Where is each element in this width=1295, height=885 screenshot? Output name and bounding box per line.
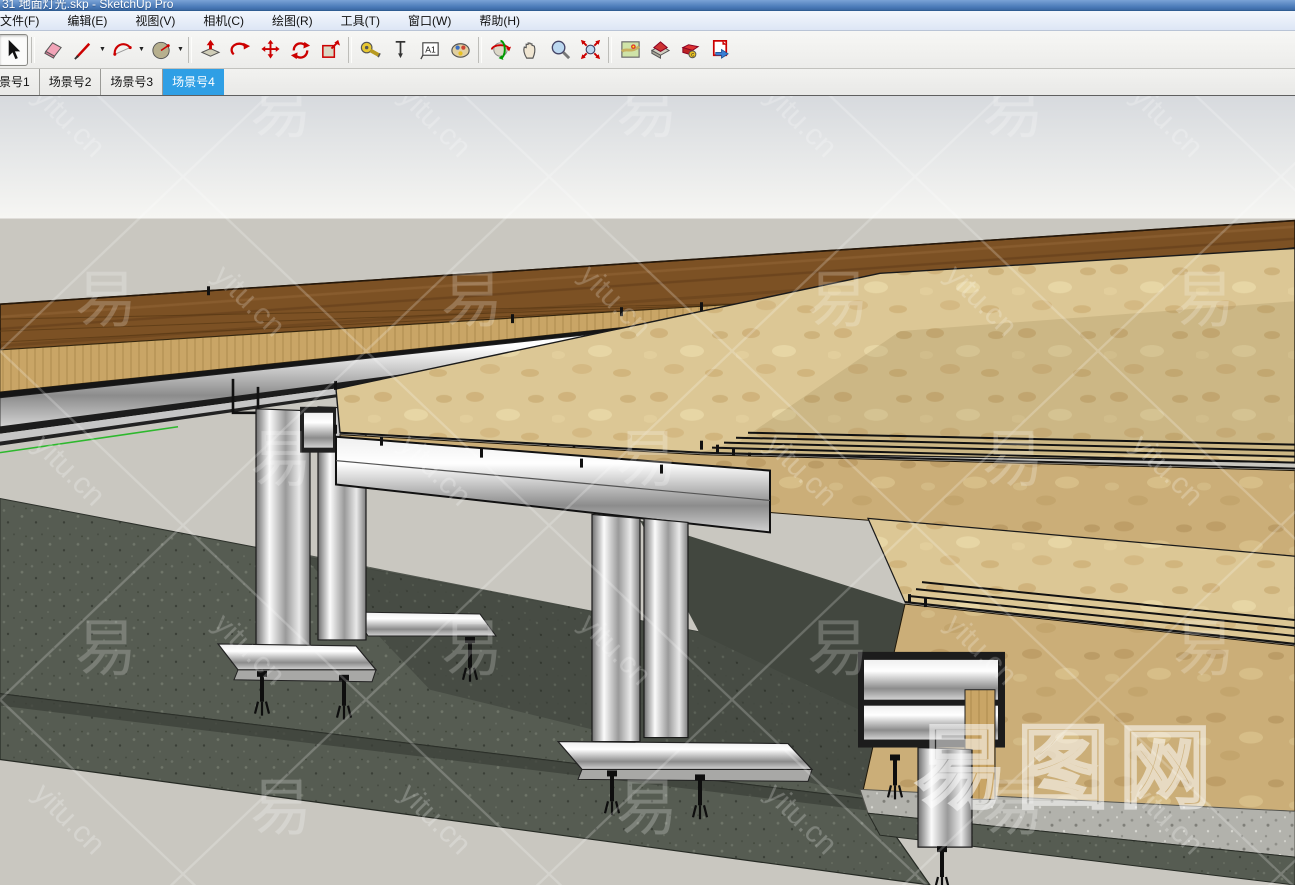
line-icon [72, 38, 95, 61]
scene-tab-2[interactable]: 场景号2 [40, 69, 102, 95]
menu-item-6[interactable]: 工具(T) [327, 11, 394, 30]
tape-measure-icon [359, 38, 382, 61]
svg-text:A1: A1 [425, 44, 436, 54]
menu-item-8[interactable]: 帮助(H) [465, 11, 534, 30]
menu-item-2[interactable]: 编辑(E) [53, 11, 121, 30]
line-tool-button[interactable] [68, 34, 98, 66]
window-title: 31 地面灯光.skp - SketchUp Pro [2, 0, 173, 11]
eraser-tool-button[interactable] [38, 34, 68, 66]
select-tool-button[interactable] [0, 34, 28, 66]
toolbar-separator [31, 37, 35, 63]
scale-tool-button[interactable] [315, 34, 345, 66]
circle-tool-button[interactable] [146, 34, 176, 66]
eraser-icon [42, 38, 65, 61]
toggle-terrain-tool-button[interactable] [645, 34, 675, 66]
add-location-tool-button[interactable] [615, 34, 645, 66]
title-bar[interactable]: 31 地面灯光.skp - SketchUp Pro [0, 0, 1295, 11]
model-canvas[interactable]: 易 易 yitu.cn yitu.cn [0, 96, 1295, 885]
line-dropdown-arrow[interactable]: ▼ [98, 35, 107, 65]
watermark-brand: 易图网 [915, 717, 1221, 819]
pan-icon [519, 38, 542, 61]
scene-tab-1[interactable]: 场景号1 [0, 69, 40, 95]
menu-item-4[interactable]: 相机(C) [189, 11, 258, 30]
scene-tab-4[interactable]: 场景号4 [163, 69, 224, 95]
circle-icon [150, 38, 173, 61]
select-icon [2, 38, 25, 61]
send-to-layout-icon [709, 38, 732, 61]
arc-dropdown-arrow[interactable]: ▼ [137, 35, 146, 65]
zoom-tool-button[interactable] [545, 34, 575, 66]
toolbar-separator [608, 37, 612, 63]
scene-tabs-bar: 场景号1场景号2场景号3场景号4 [0, 69, 1295, 95]
paint-bucket-tool-button[interactable] [445, 34, 475, 66]
toolbar: ▼ ▼ ▼ A1 c [0, 31, 1295, 69]
push-pull-icon [199, 38, 222, 61]
rotate-icon [289, 38, 312, 61]
zoom-extents-tool-button[interactable] [575, 34, 605, 66]
paint-bucket-icon [449, 38, 472, 61]
menu-item-3[interactable]: 视图(V) [121, 11, 189, 30]
text-tool-button[interactable]: A1 [415, 34, 445, 66]
arc-icon [111, 38, 134, 61]
scene-tab-3[interactable]: 场景号3 [101, 69, 163, 95]
dimension-icon [389, 38, 412, 61]
text-icon: A1 [419, 38, 442, 61]
send-to-layout-tool-button[interactable] [705, 34, 735, 66]
menu-item-5[interactable]: 绘图(R) [258, 11, 327, 30]
orbit-tool-button[interactable] [485, 34, 515, 66]
photo-textures-tool-button[interactable]: c [675, 34, 705, 66]
rotate-tool-button[interactable] [285, 34, 315, 66]
orbit-icon [489, 38, 512, 61]
3d-viewport[interactable]: 易 易 yitu.cn yitu.cn [0, 95, 1295, 885]
toggle-terrain-icon [649, 38, 672, 61]
menu-item-7[interactable]: 窗口(W) [394, 11, 465, 30]
sketchup-window: 31 地面灯光.skp - SketchUp Pro 文件(F)编辑(E)视图(… [0, 0, 1295, 885]
zoom-extents-icon [579, 38, 602, 61]
arc-tool-button[interactable] [107, 34, 137, 66]
menu-item-1[interactable]: 文件(F) [0, 11, 53, 30]
tape-measure-tool-button[interactable] [355, 34, 385, 66]
move-tool-button[interactable] [255, 34, 285, 66]
toolbar-separator [478, 37, 482, 63]
dimension-tool-button[interactable] [385, 34, 415, 66]
add-location-icon [619, 38, 642, 61]
photo-textures-icon: c [679, 38, 702, 61]
follow-me-icon [229, 38, 252, 61]
follow-me-tool-button[interactable] [225, 34, 255, 66]
push-pull-tool-button[interactable] [195, 34, 225, 66]
svg-text:c: c [691, 52, 694, 59]
menu-bar: 文件(F)编辑(E)视图(V)相机(C)绘图(R)工具(T)窗口(W)帮助(H) [0, 11, 1295, 31]
toolbar-separator [188, 37, 192, 63]
move-icon [259, 38, 282, 61]
zoom-icon [549, 38, 572, 61]
scale-icon [319, 38, 342, 61]
toolbar-separator [348, 37, 352, 63]
pan-tool-button[interactable] [515, 34, 545, 66]
svg-text:易图网: 易图网 [915, 717, 1221, 819]
circle-dropdown-arrow[interactable]: ▼ [176, 35, 185, 65]
